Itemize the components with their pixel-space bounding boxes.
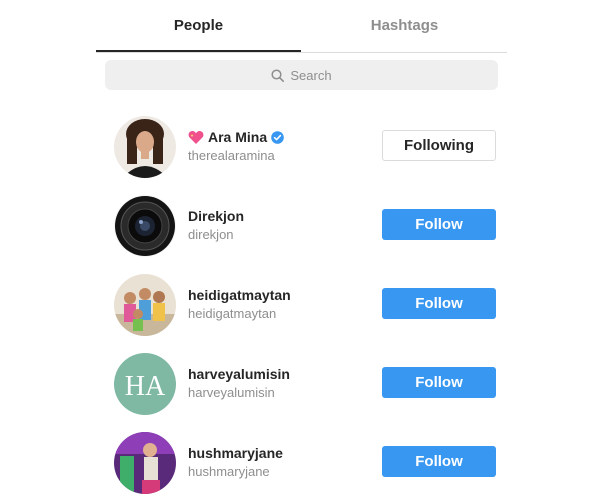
search-placeholder: Search bbox=[290, 67, 332, 83]
account-name: Direkjon bbox=[188, 208, 245, 224]
account-handle: heidigatmaytan bbox=[188, 306, 277, 321]
account-handle: harveyalumisin bbox=[188, 385, 275, 400]
list-item[interactable]: heidigatmaytan heidigatmaytan Follow bbox=[96, 274, 507, 336]
search-panel: People Hashtags Search Ara Mina thereala… bbox=[96, 0, 507, 500]
account-handle: direkjon bbox=[188, 227, 234, 242]
tab-hashtags[interactable]: Hashtags bbox=[302, 0, 507, 51]
search-input[interactable]: Search bbox=[105, 60, 498, 90]
follow-button[interactable]: Follow bbox=[382, 288, 496, 319]
account-handle: hushmaryjane bbox=[188, 464, 270, 479]
avatar[interactable] bbox=[114, 116, 176, 178]
avatar[interactable] bbox=[114, 432, 176, 494]
verified-badge-icon bbox=[271, 130, 284, 144]
list-item[interactable]: Ara Mina therealaramina Following bbox=[96, 116, 507, 178]
account-name: harveyalumisin bbox=[188, 366, 290, 382]
sparkling-heart-icon bbox=[188, 130, 204, 144]
avatar[interactable] bbox=[114, 274, 176, 336]
follow-button[interactable]: Follow bbox=[382, 209, 496, 240]
list-item[interactable]: Direkjon direkjon Follow bbox=[96, 195, 507, 257]
list-item[interactable]: HA harveyalumisin harveyalumisin Follow bbox=[96, 353, 507, 415]
account-name: Ara Mina bbox=[208, 129, 268, 145]
account-name: hushmaryjane bbox=[188, 445, 283, 461]
logo-text: HA bbox=[125, 371, 166, 402]
tab-people[interactable]: People bbox=[96, 0, 301, 52]
following-button[interactable]: Following bbox=[382, 130, 496, 161]
list-item[interactable]: hushmaryjane hushmaryjane Follow bbox=[96, 432, 507, 494]
avatar[interactable] bbox=[114, 195, 176, 257]
account-name: heidigatmaytan bbox=[188, 287, 291, 303]
search-icon bbox=[271, 68, 285, 82]
follow-button[interactable]: Follow bbox=[382, 446, 496, 477]
follow-button[interactable]: Follow bbox=[382, 367, 496, 398]
tab-bar: People Hashtags bbox=[96, 0, 507, 53]
avatar[interactable]: HA bbox=[114, 353, 176, 415]
account-handle: therealaramina bbox=[188, 148, 275, 163]
